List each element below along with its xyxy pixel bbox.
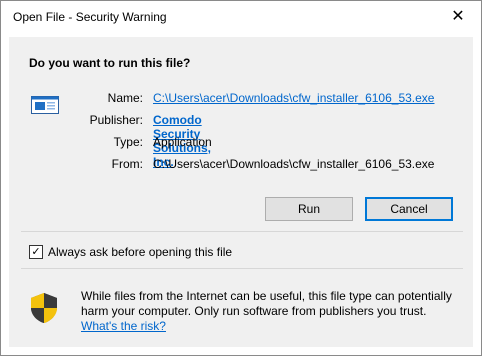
window-title: Open File - Security Warning [13, 10, 167, 24]
always-ask-option[interactable]: ✓ Always ask before opening this file [29, 244, 232, 260]
run-button[interactable]: Run [265, 197, 353, 221]
publisher-label: Publisher: [89, 113, 143, 127]
divider [21, 231, 463, 232]
always-ask-label[interactable]: Always ask before opening this file [48, 245, 232, 259]
divider [21, 268, 463, 269]
prompt-heading: Do you want to run this file? [29, 56, 191, 70]
always-ask-checkbox[interactable]: ✓ [29, 245, 43, 259]
security-warning-dialog: Open File - Security Warning ✕ Do you wa… [0, 0, 482, 356]
cancel-button[interactable]: Cancel [365, 197, 453, 221]
warning-message: While files from the Internet can be use… [81, 289, 463, 334]
checkmark-icon: ✓ [31, 245, 41, 258]
name-label: Name: [107, 91, 143, 105]
from-label: From: [111, 157, 143, 171]
warning-text: While files from the Internet can be use… [81, 289, 452, 318]
dialog-body: Do you want to run this file? Name: C:\U… [9, 37, 473, 347]
type-label: Type: [113, 135, 143, 149]
type-value: Application [153, 135, 212, 149]
from-value: C:\Users\acer\Downloads\cfw_installer_61… [153, 157, 435, 171]
security-shield-icon [31, 293, 57, 323]
title-bar[interactable]: Open File - Security Warning ✕ [1, 1, 481, 33]
close-icon: ✕ [451, 8, 465, 25]
application-file-icon [31, 96, 59, 114]
name-link[interactable]: C:\Users\acer\Downloads\cfw_installer_61… [153, 91, 434, 105]
close-button[interactable]: ✕ [435, 1, 481, 31]
whats-the-risk-link[interactable]: What's the risk? [81, 319, 166, 333]
